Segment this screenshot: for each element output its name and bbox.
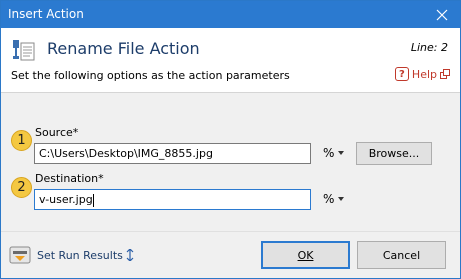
step-2-badge: 2 (11, 177, 32, 198)
ok-button[interactable]: OK (261, 241, 350, 269)
action-subtitle: Set the following options as the action … (11, 69, 290, 82)
parameters-panel: 1 Source* C:\Users\Desktop\IMG_8855.jpg … (1, 93, 460, 231)
source-variable-label: % (323, 146, 335, 160)
chevron-down-icon (338, 197, 345, 201)
ok-label: OK (297, 248, 314, 262)
dialog-footer: Set Run Results OK Cancel (1, 231, 460, 278)
run-results-icon (9, 246, 31, 264)
popout-icon (440, 69, 450, 79)
title-bar[interactable]: Insert Action (1, 1, 460, 28)
destination-variable-label: % (323, 192, 335, 206)
close-button[interactable] (424, 1, 460, 28)
run-results-label: Set Run Results (37, 248, 123, 262)
text-caret (92, 193, 94, 207)
source-variable-button[interactable]: % (323, 146, 345, 160)
cancel-label: Cancel (382, 248, 421, 262)
set-run-results-button[interactable]: Set Run Results (9, 245, 123, 265)
pin-icon[interactable] (125, 249, 135, 261)
window-title: Insert Action (8, 7, 84, 21)
destination-input[interactable]: v-user.jpg (34, 189, 311, 210)
destination-value: v-user.jpg (39, 193, 93, 206)
close-icon (436, 9, 448, 20)
action-title: Rename File Action (47, 39, 200, 58)
destination-label: Destination* (35, 172, 104, 185)
source-label: Source* (35, 126, 79, 139)
insert-action-dialog: Insert Action Rename File Action Line: 2… (0, 0, 461, 279)
step-1-badge: 1 (11, 130, 32, 151)
rename-file-icon (13, 40, 35, 61)
cancel-button[interactable]: Cancel (357, 241, 446, 269)
help-label: Help (411, 67, 437, 81)
source-value: C:\Users\Desktop\IMG_8855.jpg (39, 147, 213, 160)
help-icon: ? (394, 67, 409, 81)
destination-variable-button[interactable]: % (323, 192, 345, 206)
browse-label: Browse... (368, 147, 420, 160)
line-number-label: Line: 2 (410, 41, 448, 54)
help-link[interactable]: ? Help (394, 67, 450, 81)
source-input[interactable]: C:\Users\Desktop\IMG_8855.jpg (34, 143, 311, 164)
action-header: Rename File Action Line: 2 Set the follo… (1, 28, 460, 93)
chevron-down-icon (338, 151, 345, 155)
browse-button[interactable]: Browse... (356, 142, 432, 165)
